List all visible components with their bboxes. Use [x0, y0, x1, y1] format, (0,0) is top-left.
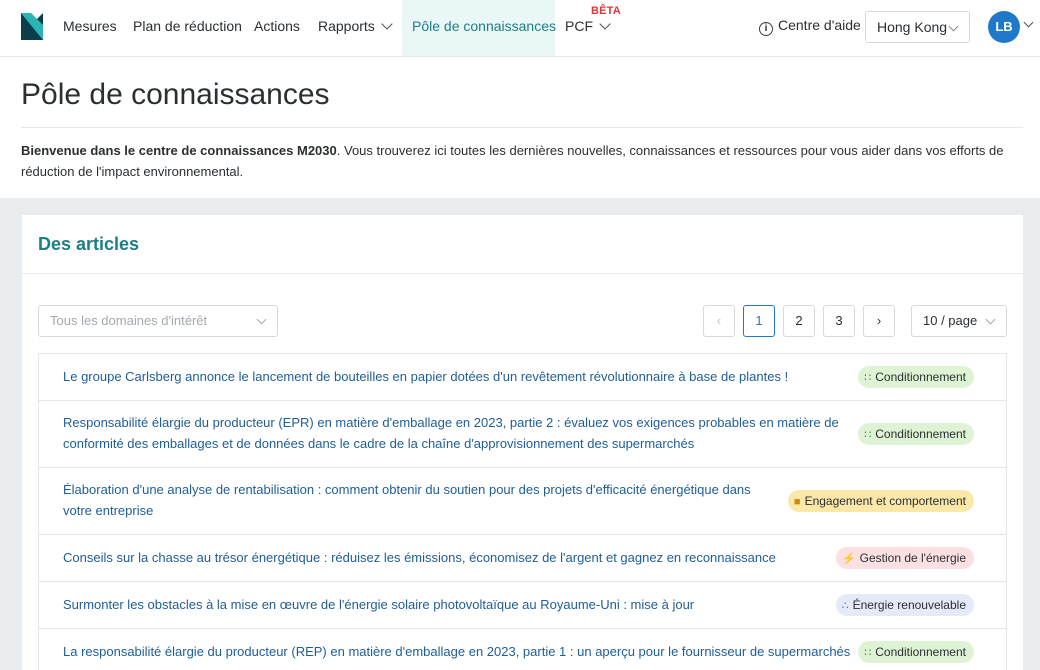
packaging-icon: ∷	[864, 647, 872, 659]
info-icon: i	[759, 22, 773, 36]
pagination-prev-button[interactable]: ‹	[703, 305, 735, 337]
dots-icon: ∴	[841, 600, 849, 612]
page-size-select[interactable]: 10 / page	[911, 305, 1007, 337]
tag-label: Conditionnement	[875, 370, 966, 384]
tag-label: Engagement et comportement	[804, 494, 966, 508]
chevron-down-icon	[948, 21, 959, 32]
page-size-value: 10 / page	[923, 313, 978, 328]
chevron-down-icon[interactable]	[1023, 17, 1034, 28]
beta-badge: BÊTA	[591, 5, 621, 17]
article-link[interactable]: Conseils sur la chasse au trésor énergét…	[63, 547, 776, 568]
chevron-down-icon	[381, 18, 393, 30]
nav-item-label: Pôle de connaissances	[412, 18, 556, 34]
nav-item-label: Mesures	[63, 18, 117, 34]
nav-item-mesures[interactable]: Mesures	[63, 0, 117, 56]
intro-text: Bienvenue dans le centre de connaissance…	[21, 140, 1011, 182]
chevron-left-icon: ‹	[716, 313, 722, 328]
nav-item-label: Plan de réduction	[133, 18, 242, 34]
pagination-page-3[interactable]: 3	[823, 305, 855, 337]
tag-label: Conditionnement	[875, 645, 966, 659]
tag-badge[interactable]: ∷ Conditionnement	[858, 366, 974, 388]
tag-badge[interactable]: ∷ Conditionnement	[858, 641, 974, 663]
article-link[interactable]: Surmonter les obstacles à la mise en œuv…	[63, 594, 694, 615]
article-link[interactable]: Le groupe Carlsberg annonce le lancement…	[63, 366, 788, 387]
articles-card: Des articles Tous les domaines d'intérêt…	[22, 215, 1023, 670]
list-item: Élaboration d'une analyse de rentabilisa…	[39, 468, 1006, 535]
help-label: Centre d'aide	[778, 17, 861, 33]
packaging-icon: ∷	[864, 372, 872, 384]
top-navigation: Mesures Plan de réduction Actions Rappor…	[0, 0, 1040, 57]
region-value: Hong Kong	[877, 19, 948, 35]
help-center-link[interactable]: i Centre d'aide	[759, 17, 861, 36]
chevron-down-icon	[256, 314, 267, 325]
chevron-down-icon	[985, 314, 996, 325]
packaging-icon: ∷	[864, 429, 872, 441]
nav-item-label: Rapports	[318, 18, 375, 34]
pagination-page-2[interactable]: 2	[783, 305, 815, 337]
lightning-icon: ⚡	[841, 553, 856, 565]
nav-item-label: Actions	[254, 18, 300, 34]
folder-icon: ■	[793, 496, 801, 508]
tag-badge[interactable]: ⚡ Gestion de l'énergie	[835, 547, 974, 569]
divider	[22, 273, 1023, 274]
tag-label: Gestion de l'énergie	[859, 551, 966, 565]
pagination-next-button[interactable]: ›	[863, 305, 895, 337]
nav-item-actions[interactable]: Actions	[254, 0, 300, 56]
page-title: Pôle de connaissances	[21, 78, 330, 111]
nav-item-pole-de-connaissances[interactable]: Pôle de connaissances	[402, 0, 556, 56]
nav-item-rapports[interactable]: Rapports	[318, 0, 393, 56]
chevron-right-icon: ›	[876, 313, 882, 328]
tag-badge[interactable]: ∴ Énergie renouvelable	[835, 594, 974, 616]
filter-placeholder: Tous les domaines d'intérêt	[50, 313, 208, 328]
article-link[interactable]: La responsabilité élargie du producteur …	[63, 641, 850, 662]
m2030-logo[interactable]	[21, 13, 43, 40]
article-link[interactable]: Élaboration d'une analyse de rentabilisa…	[63, 479, 763, 521]
tag-label: Conditionnement	[875, 427, 966, 441]
pagination-page-1[interactable]: 1	[743, 305, 775, 337]
list-item: Surmonter les obstacles à la mise en œuv…	[39, 582, 1006, 629]
tag-label: Énergie renouvelable	[852, 598, 966, 612]
avatar[interactable]: LB	[988, 11, 1020, 43]
list-item: La responsabilité élargie du producteur …	[39, 629, 1006, 670]
tag-badge[interactable]: ■ Engagement et comportement	[787, 490, 974, 512]
chevron-down-icon	[599, 18, 611, 30]
article-link[interactable]: Responsabilité élargie du producteur (EP…	[63, 412, 843, 454]
nav-item-plan-de-reduction[interactable]: Plan de réduction	[133, 0, 242, 56]
region-select[interactable]: Hong Kong	[865, 11, 970, 43]
nav-item-label: PCF	[565, 18, 593, 34]
list-item: Conseils sur la chasse au trésor énergét…	[39, 535, 1006, 582]
tag-badge[interactable]: ∷ Conditionnement	[858, 423, 974, 445]
divider	[21, 127, 1023, 128]
articles-heading: Des articles	[38, 234, 140, 254]
list-item: Le groupe Carlsberg annonce le lancement…	[39, 354, 1006, 401]
interest-filter-select[interactable]: Tous les domaines d'intérêt	[38, 305, 278, 337]
intro-bold: Bienvenue dans le centre de connaissance…	[21, 143, 337, 158]
list-item: Responsabilité élargie du producteur (EP…	[39, 401, 1006, 468]
articles-list: Le groupe Carlsberg annonce le lancement…	[38, 353, 1007, 670]
